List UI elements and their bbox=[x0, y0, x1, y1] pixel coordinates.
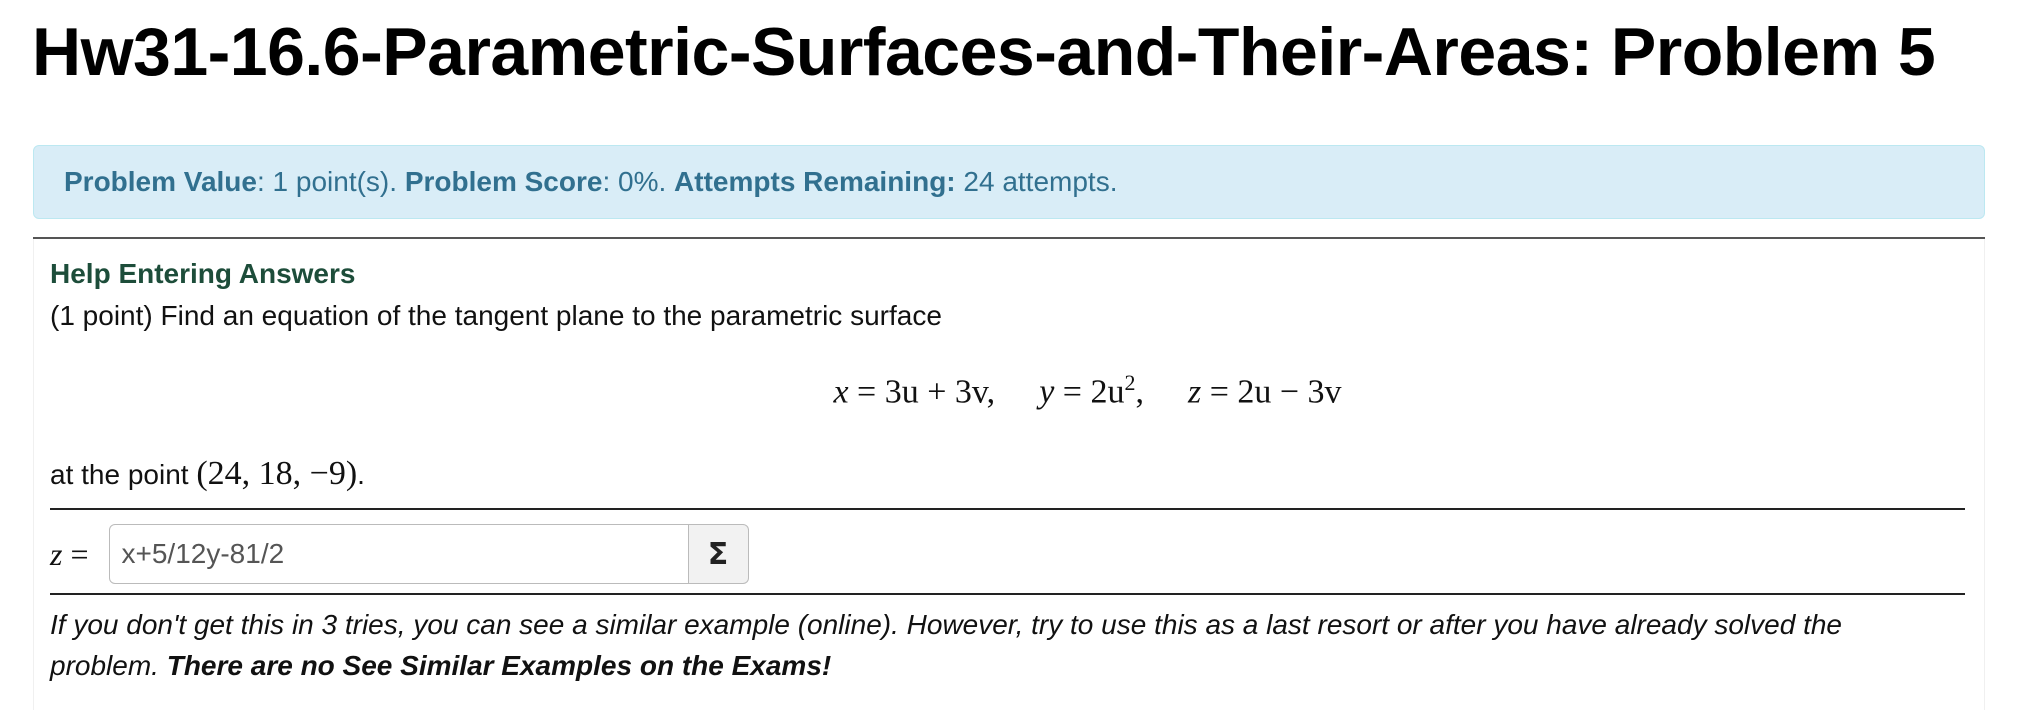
answer-label: z = bbox=[50, 536, 89, 573]
eq-z-var: z bbox=[1187, 373, 1202, 411]
problem-page: Hw31-16.6-Parametric-Surfaces-and-Their-… bbox=[0, 0, 2022, 710]
point-coordinates: (24, 18, −9) bbox=[196, 455, 358, 492]
eq-y-rhs: = 2u bbox=[1054, 373, 1125, 411]
hint-text: If you don't get this in 3 tries, you ca… bbox=[50, 604, 1950, 686]
answer-bottom-rule bbox=[50, 593, 1965, 595]
problem-prompt: (1 point) Find an equation of the tangen… bbox=[50, 300, 942, 331]
answer-label-var: z bbox=[50, 535, 63, 572]
attempts-remaining-text: 24 attempts. bbox=[955, 166, 1118, 197]
answer-label-eq: = bbox=[62, 535, 89, 572]
point-prefix: at the point bbox=[50, 459, 197, 490]
problem-value-text: : 1 point(s). bbox=[256, 166, 405, 197]
help-entering-answers-link[interactable]: Help Entering Answers bbox=[50, 258, 355, 290]
problem-score-label: Problem Score bbox=[404, 166, 603, 197]
eq-z-rhs: = 2u − 3v bbox=[1201, 373, 1342, 411]
sigma-icon: Σ bbox=[707, 536, 729, 572]
eq-x-var: x bbox=[833, 373, 849, 411]
answer-input[interactable] bbox=[108, 524, 689, 584]
point-suffix: . bbox=[357, 459, 365, 490]
page-title: Hw31-16.6-Parametric-Surfaces-and-Their-… bbox=[32, 14, 1936, 90]
problem-value-label: Problem Value bbox=[64, 166, 257, 197]
point-statement: at the point (24, 18, −9). bbox=[50, 455, 365, 493]
eq-y-exponent: 2 bbox=[1124, 370, 1136, 395]
problem-score-text: : 0%. bbox=[602, 166, 675, 197]
eq-y-var: y bbox=[1039, 373, 1055, 411]
equation-editor-button[interactable]: Σ bbox=[688, 524, 749, 584]
eq-y-tail: , bbox=[1135, 373, 1144, 411]
attempts-remaining-label: Attempts Remaining: bbox=[674, 166, 956, 197]
answer-input-group: Σ bbox=[108, 524, 749, 584]
answer-row: z = Σ bbox=[50, 523, 749, 585]
problem-status-alert: Problem Value: 1 point(s). Problem Score… bbox=[33, 145, 1985, 219]
hint-bold: There are no See Similar Examples on the… bbox=[166, 650, 832, 681]
eq-x-rhs: = 3u + 3v, bbox=[848, 373, 996, 411]
answer-top-rule bbox=[50, 508, 1965, 510]
parametric-equations: x = 3u + 3v, y = 2u2, z = 2u − 3v bbox=[0, 370, 1985, 411]
